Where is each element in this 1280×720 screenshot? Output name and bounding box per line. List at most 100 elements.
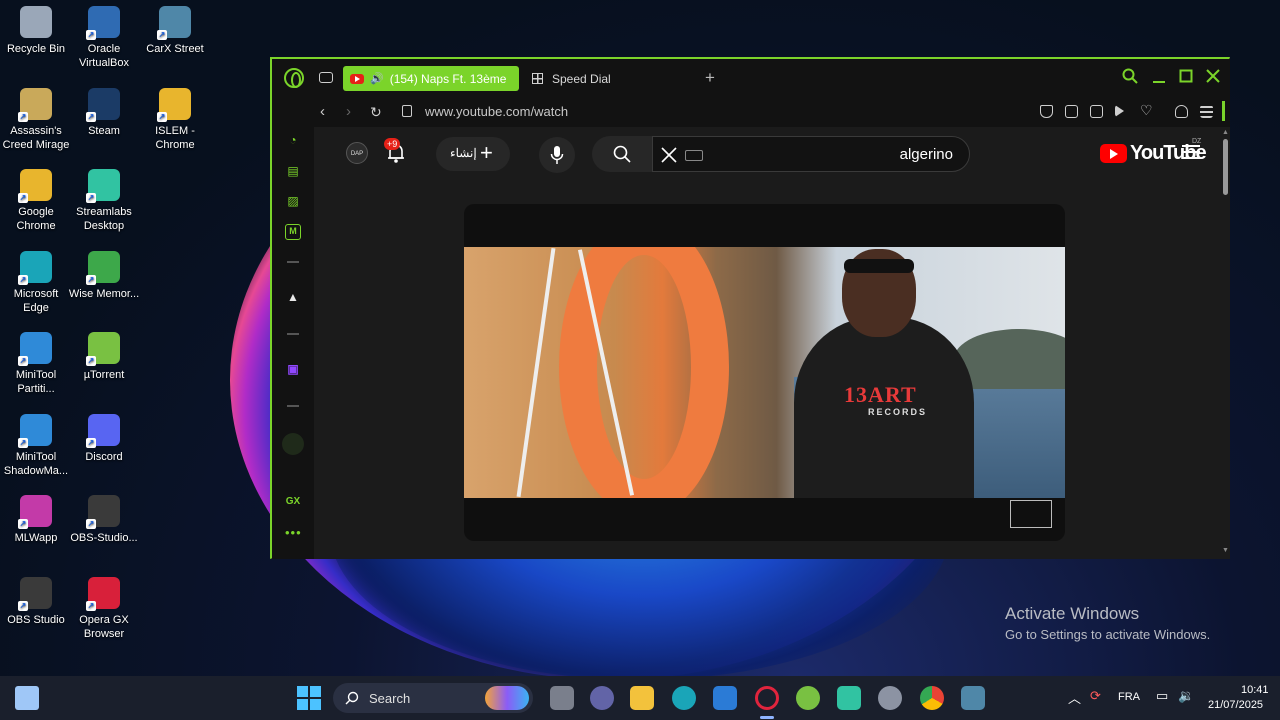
maximize-button[interactable] (1179, 68, 1193, 89)
voice-search-button[interactable] (539, 137, 575, 173)
back-button[interactable]: ‹ (320, 103, 325, 121)
volume-icon[interactable]: 🔉 (1178, 688, 1194, 704)
clear-search-icon[interactable] (660, 146, 678, 164)
desktop-shortcut[interactable]: ↗ MiniTool Partiti... (0, 332, 72, 396)
video-player[interactable]: 13ART RECORDS (464, 204, 1065, 541)
miniplayer-icon[interactable] (1010, 500, 1052, 528)
keyboard-icon[interactable] (685, 150, 703, 161)
desktop-shortcut[interactable]: ↗ MiniTool ShadowMa... (0, 413, 72, 478)
desktop-shortcut[interactable]: ↗ OBS-Studio... (68, 495, 140, 545)
desktop-shortcut[interactable]: ↗ Discord (68, 413, 140, 464)
taskbar-search[interactable]: Search (333, 683, 533, 713)
gx-control-icon[interactable]: ◔ (285, 132, 301, 148)
chrome-icon[interactable] (920, 686, 944, 710)
player-icon[interactable] (1115, 105, 1124, 117)
virtualbox-icon: ↗ (86, 6, 120, 40)
desktop-shortcut[interactable]: ↗ µTorrent (68, 332, 140, 382)
network-icon[interactable]: ▭ (1156, 688, 1168, 704)
shortcut-arrow-icon: ↗ (18, 111, 28, 122)
aria-icon[interactable]: ▲ (285, 289, 301, 305)
close-button[interactable] (1206, 68, 1220, 89)
opera-gx-taskbar-icon[interactable] (755, 686, 779, 710)
heart-icon[interactable]: ♡ (1140, 103, 1153, 117)
profile-icon[interactable] (1175, 105, 1188, 118)
utorrent-icon[interactable] (796, 686, 820, 710)
edge-icon[interactable] (672, 686, 696, 710)
store-icon[interactable] (713, 686, 737, 710)
tray-chevron-icon[interactable]: ︿ (1068, 688, 1081, 707)
gx-store-icon[interactable]: GX (285, 494, 301, 510)
search-button[interactable] (592, 136, 652, 172)
tab-title: Speed Dial (552, 71, 611, 86)
shortcut-arrow-icon: ↗ (18, 519, 28, 529)
desktop-shortcut[interactable]: ↗ ISLEM - Chrome (139, 87, 211, 152)
settings-icon[interactable] (878, 686, 902, 710)
desktop-shortcut[interactable]: ↗ MLWapp (0, 495, 72, 545)
video-popout-icon[interactable] (319, 72, 333, 83)
desktop-shortcut[interactable]: ↗ Steam (68, 87, 140, 138)
desktop-shortcut[interactable]: ↗ Microsoft Edge (0, 250, 72, 315)
desktop-shortcut[interactable]: ↗ Assassin's Creed Mirage (0, 87, 72, 152)
desktop-shortcut[interactable]: ↗ CarX Street (139, 6, 211, 56)
sidebar-divider (287, 333, 299, 335)
notifications-bell-icon[interactable]: +9 (384, 138, 406, 169)
desktop-shortcut-label: OBS Studio (7, 613, 65, 626)
shortcut-arrow-icon: ↗ (86, 437, 96, 448)
clock-time[interactable]: 10:41 (1241, 684, 1269, 696)
reload-button[interactable]: ↻ (370, 103, 382, 121)
lock-icon[interactable] (402, 105, 412, 117)
search-query: algerino (899, 146, 953, 163)
desktop-shortcut-label: Wise Memor... (68, 287, 140, 300)
music-player-icon[interactable] (282, 433, 304, 455)
easy-setup-menu-icon[interactable] (1200, 105, 1213, 118)
pin-icon[interactable] (1040, 105, 1053, 118)
scrollbar-thumb[interactable] (1223, 139, 1228, 195)
scrollbar[interactable]: ▲ ▼ (1220, 127, 1230, 559)
plus-icon: + (480, 140, 493, 165)
search-input[interactable]: algerino (652, 136, 970, 172)
window-accent-bar (1222, 101, 1225, 121)
teams-icon[interactable] (590, 686, 614, 710)
speaker-icon[interactable]: 🔊 (370, 72, 384, 85)
game-icon[interactable] (961, 686, 985, 710)
search-tabs-icon[interactable] (1122, 68, 1138, 89)
shortcut-arrow-icon: ↗ (86, 193, 96, 203)
gx-corner-icon[interactable]: ▤ (285, 163, 301, 179)
menu-icon[interactable] (1182, 145, 1200, 159)
desktop-shortcut[interactable]: ↗ Google Chrome (0, 169, 72, 233)
opera-gx-logo-icon[interactable] (284, 68, 304, 88)
gx-cleaner-icon[interactable]: ▨ (285, 193, 301, 209)
new-tab-button[interactable]: + (705, 69, 715, 87)
avatar[interactable]: DAP (346, 142, 368, 164)
desktop-shortcut[interactable]: ↗ Streamlabs Desktop (68, 169, 140, 233)
tab-youtube[interactable]: 🔊 (154) Naps Ft. 13ème (343, 66, 519, 91)
desktop-shortcut[interactable]: ↗ Wise Memor... (68, 250, 140, 301)
adblock-icon[interactable] (1090, 105, 1103, 118)
desktop-shortcut[interactable]: ↗ Opera GX Browser (68, 576, 140, 641)
messenger-icon[interactable]: M (285, 224, 301, 240)
streamlabs-icon[interactable] (837, 686, 861, 710)
sunglasses-scene (844, 259, 914, 273)
tab-speed-dial[interactable]: Speed Dial (532, 66, 692, 91)
minimize-button[interactable] (1152, 68, 1166, 89)
create-button[interactable]: إنشاء + (436, 137, 510, 171)
update-icon[interactable]: ⟳ (1090, 688, 1101, 704)
more-icon[interactable]: ••• (285, 525, 301, 541)
language-indicator[interactable]: FRA (1118, 691, 1140, 703)
snapshot-icon[interactable] (1065, 105, 1078, 118)
start-button[interactable] (297, 686, 321, 710)
desktop-shortcut[interactable]: ↗ Oracle VirtualBox (68, 6, 140, 70)
file-stack-icon[interactable] (550, 686, 574, 710)
forward-button[interactable]: › (346, 103, 351, 121)
video-frame[interactable]: 13ART RECORDS (464, 247, 1065, 498)
file-explorer-icon[interactable] (630, 686, 654, 710)
scroll-down-icon[interactable]: ▼ (1222, 547, 1229, 554)
task-view-icon[interactable] (15, 686, 39, 710)
url-field[interactable]: www.youtube.com/watch (425, 104, 568, 119)
desktop-shortcut[interactable]: Recycle Bin (0, 6, 72, 56)
twitch-icon[interactable]: ▣ (285, 361, 301, 377)
scroll-up-icon[interactable]: ▲ (1222, 129, 1229, 136)
microphone-icon (550, 146, 564, 164)
clock-date[interactable]: 21/07/2025 (1208, 699, 1263, 711)
desktop-shortcut[interactable]: ↗ OBS Studio (0, 576, 72, 627)
